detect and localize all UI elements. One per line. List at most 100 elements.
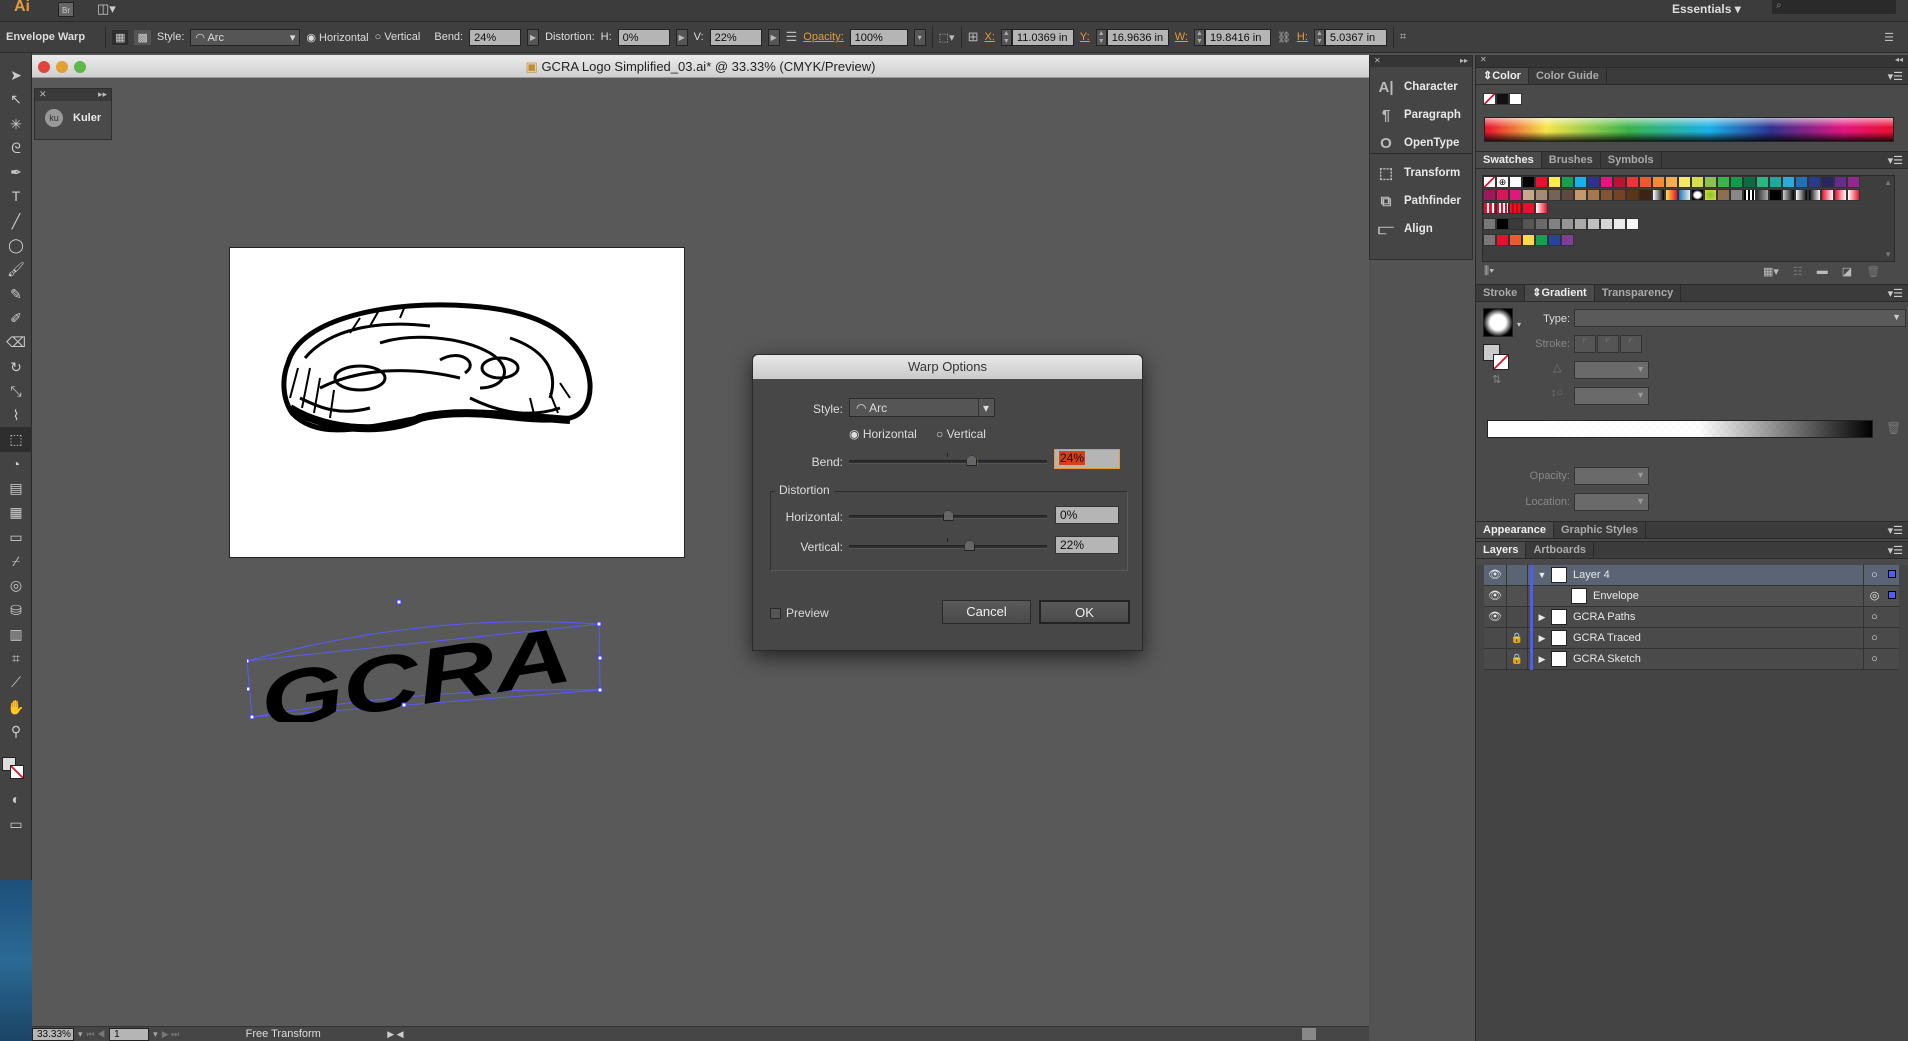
target-icon[interactable]: ○: [1863, 564, 1885, 586]
show-kinds-icon[interactable]: ▦▾: [1763, 265, 1779, 278]
symbol-sprayer-tool-icon[interactable]: ⛁: [0, 598, 32, 622]
color-swatch[interactable]: [1535, 189, 1548, 201]
color-swatch[interactable]: [1509, 189, 1522, 201]
close-icon[interactable]: ✕: [39, 89, 47, 99]
none-swatch[interactable]: [1483, 93, 1496, 105]
color-swatch[interactable]: [1548, 176, 1561, 188]
color-swatch[interactable]: [1808, 176, 1821, 188]
style-dropdown[interactable]: ◠ Arc ▾: [849, 398, 995, 417]
fill-stroke-widget[interactable]: [0, 743, 31, 787]
layer-name[interactable]: GCRA Paths: [1573, 611, 1863, 623]
distortion-h-input[interactable]: 0%: [617, 28, 670, 46]
color-swatch[interactable]: [1496, 189, 1509, 201]
white-swatch[interactable]: [1509, 93, 1522, 105]
color-fill-stroke[interactable]: [1483, 93, 1522, 105]
color-swatch[interactable]: [1561, 234, 1574, 246]
transform-handle[interactable]: [596, 621, 602, 627]
color-swatch[interactable]: [1509, 176, 1522, 188]
color-swatch[interactable]: [1483, 189, 1496, 201]
constrain-proportions-icon[interactable]: ⛓: [1277, 31, 1291, 44]
selection-tool-icon[interactable]: ➤: [0, 63, 32, 87]
color-spectrum[interactable]: [1484, 117, 1894, 142]
cancel-button[interactable]: Cancel: [942, 600, 1031, 624]
panel-button-character[interactable]: A| Character: [1376, 74, 1457, 100]
tab-transparency[interactable]: Transparency: [1595, 285, 1682, 301]
magic-wand-tool-icon[interactable]: ✳: [0, 112, 32, 136]
tab-color[interactable]: ⇕Color: [1476, 68, 1529, 84]
lock-toggle[interactable]: [1507, 585, 1528, 607]
expand-icon[interactable]: ▸▸: [98, 89, 107, 100]
color-swatch[interactable]: [1847, 176, 1860, 188]
color-swatch[interactable]: [1743, 176, 1756, 188]
workspace-switcher[interactable]: Essentials ▾: [1672, 2, 1741, 16]
target-icon[interactable]: ◎: [1863, 585, 1885, 607]
gradient-along-stroke-button[interactable]: ⌜: [1597, 335, 1619, 353]
align-to-icon[interactable]: ⬚▾: [939, 31, 955, 44]
close-icon[interactable]: ✕: [1480, 55, 1487, 64]
color-swatch[interactable]: [1730, 176, 1743, 188]
distortion-v-arrow[interactable]: ▶: [767, 28, 780, 46]
scale-tool-icon[interactable]: ⤡: [0, 379, 32, 403]
stroke-swatch[interactable]: [10, 765, 24, 780]
gradient-swatch[interactable]: [1834, 189, 1847, 201]
eye-icon[interactable]: 👁: [1484, 606, 1507, 628]
color-swatch[interactable]: [1834, 176, 1847, 188]
x-stepper[interactable]: ▲ ▼: [1000, 28, 1012, 46]
gradient-swatch[interactable]: [1821, 189, 1834, 201]
collapse-icon[interactable]: ◂◂: [1895, 55, 1903, 64]
zoom-dropdown[interactable]: ▾: [78, 1029, 83, 1040]
new-color-group-icon[interactable]: ▬: [1817, 265, 1828, 278]
color-swatch[interactable]: [1522, 176, 1535, 188]
gradient-location-dropdown[interactable]: ▼: [1574, 493, 1649, 511]
target-icon[interactable]: ○: [1863, 606, 1885, 628]
warp-tool-icon[interactable]: ⌇: [0, 403, 32, 427]
gradient-type-dropdown[interactable]: ▼: [1574, 309, 1906, 327]
eye-icon[interactable]: 👁: [1484, 585, 1507, 607]
color-swatch[interactable]: [1522, 218, 1535, 230]
lasso-tool-icon[interactable]: ᘓ: [0, 136, 32, 160]
opacity-dropdown[interactable]: ▾: [913, 28, 926, 46]
transform-handle[interactable]: [401, 702, 407, 708]
type-tool-icon[interactable]: T: [0, 184, 32, 208]
rotate-tool-icon[interactable]: ↻: [0, 355, 32, 379]
target-icon[interactable]: ○: [1863, 627, 1885, 649]
aspect-ratio-dropdown[interactable]: ▼: [1574, 387, 1649, 405]
selection-indicator[interactable]: [1885, 569, 1899, 581]
color-swatch[interactable]: [1717, 176, 1730, 188]
gradient-across-stroke-button[interactable]: ⌜: [1620, 335, 1642, 353]
current-tool-status[interactable]: Free Transform: [183, 1028, 383, 1040]
color-swatch[interactable]: [1535, 218, 1548, 230]
layer-name[interactable]: GCRA Traced: [1573, 632, 1863, 644]
horizontal-scrollbar-thumb[interactable]: [1302, 1028, 1316, 1040]
color-swatch[interactable]: [1561, 189, 1574, 201]
pattern-swatch[interactable]: [1509, 202, 1522, 214]
registration-swatch[interactable]: ⊕: [1496, 176, 1509, 188]
color-swatch[interactable]: [1548, 234, 1561, 246]
tab-artboards[interactable]: Artboards: [1526, 542, 1595, 558]
gradient-slider[interactable]: [1487, 420, 1873, 438]
color-swatch[interactable]: [1548, 218, 1561, 230]
w-input[interactable]: 19.8416 in: [1204, 28, 1271, 46]
y-input[interactable]: 16.9636 in: [1106, 28, 1169, 46]
ok-button[interactable]: OK: [1039, 600, 1130, 624]
minimize-window-button[interactable]: [56, 61, 68, 73]
color-swatch[interactable]: [1574, 176, 1587, 188]
warped-gcra-text[interactable]: GCRA: [247, 572, 747, 722]
opacity-label[interactable]: Opacity:: [803, 31, 843, 43]
color-swatch[interactable]: [1795, 176, 1808, 188]
visibility-toggle[interactable]: [1484, 648, 1507, 670]
panel-menu-icon[interactable]: ▾☰: [1888, 524, 1903, 537]
shape-builder-tool-icon[interactable]: ◔: [0, 452, 32, 476]
gradient-swatch-dropdown[interactable]: ▾: [1517, 320, 1521, 329]
expand-triangle-icon[interactable]: ▶: [1533, 612, 1551, 623]
bend-arrow-button[interactable]: ▶: [527, 28, 540, 46]
layer-row[interactable]: 👁 Envelope ◎: [1484, 585, 1899, 607]
layer-row[interactable]: 🔒 ▶ GCRA Traced ○: [1484, 627, 1899, 649]
bend-slider[interactable]: [849, 451, 1047, 471]
vertical-radio[interactable]: ○ Vertical: [375, 31, 421, 43]
direct-selection-tool-icon[interactable]: ↖: [0, 87, 32, 111]
gradient-swatch[interactable]: [1678, 189, 1691, 201]
eraser-tool-icon[interactable]: ⌫: [0, 330, 32, 354]
none-swatch[interactable]: [1483, 176, 1496, 188]
drawing-modes-icon[interactable]: ◐: [0, 787, 32, 811]
